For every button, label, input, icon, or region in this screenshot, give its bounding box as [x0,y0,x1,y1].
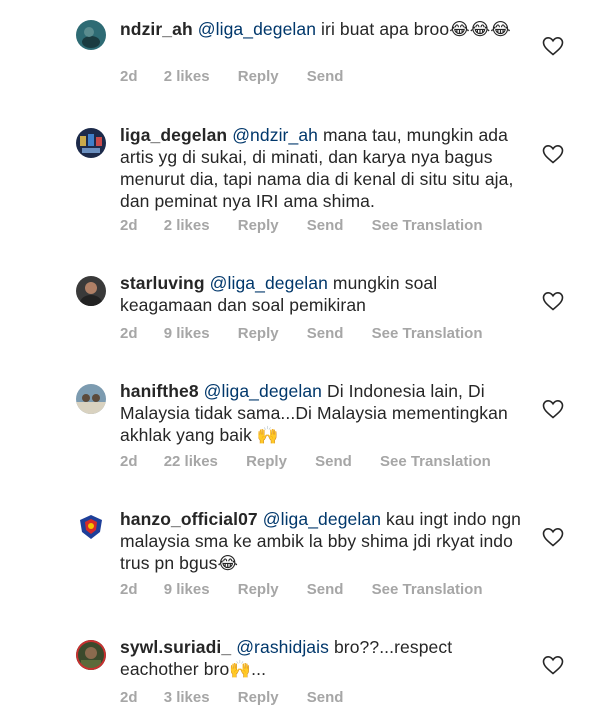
heart-icon[interactable] [541,142,565,166]
avatar[interactable] [76,128,106,158]
comment-text: hanifthe8 @liga_degelan Di Indonesia lai… [120,380,525,446]
comment-text: ndzir_ah @liga_degelan iri buat apa broo… [120,18,525,40]
comment-time: 2d [120,217,138,234]
comment-mention[interactable]: @liga_degelan [263,509,381,529]
comment-mention[interactable]: @liga_degelan [198,19,316,39]
reply-button[interactable]: Reply [238,217,279,234]
comment-text: starluving @liga_degelan mungkin soal ke… [120,272,525,316]
comment-actions: 2d 2 likes Reply Send See Translation [120,217,507,234]
likes-count[interactable]: 3 likes [164,689,210,706]
profile-photo-icon [76,20,106,50]
comment-text: sywl.suriadi_ @rashidjais bro??...respec… [120,636,525,680]
heart-icon[interactable] [541,289,565,313]
see-translation-button[interactable]: See Translation [372,217,483,234]
likes-count[interactable]: 9 likes [164,325,210,342]
send-button[interactable]: Send [307,581,344,598]
avatar[interactable] [76,512,106,542]
reply-button[interactable]: Reply [238,581,279,598]
avatar[interactable] [76,20,106,50]
likes-count[interactable]: 2 likes [164,68,210,85]
likes-count[interactable]: 9 likes [164,581,210,598]
comment-username[interactable]: ndzir_ah [120,19,193,39]
comment-text: liga_degelan @ndzir_ah mana tau, mungkin… [120,124,525,212]
comment-time: 2d [120,453,138,470]
avatar[interactable] [76,640,106,670]
comment-actions: 2d 9 likes Reply Send See Translation [120,581,507,598]
profile-photo-icon [76,640,106,670]
reply-button[interactable]: Reply [238,325,279,342]
send-button[interactable]: Send [307,325,344,342]
reply-button[interactable]: Reply [238,689,279,706]
see-translation-button[interactable]: See Translation [380,453,491,470]
send-button[interactable]: Send [307,217,344,234]
comment-actions: 2d 2 likes Reply Send [120,68,367,85]
comment-actions: 2d 3 likes Reply Send [120,689,367,706]
comment-actions: 2d 22 likes Reply Send See Translation [120,453,515,470]
profile-photo-icon [76,276,106,306]
comment-mention[interactable]: @liga_degelan [210,273,328,293]
avatar[interactable] [76,384,106,414]
likes-count[interactable]: 2 likes [164,217,210,234]
profile-photo-icon [76,384,106,414]
comment-text: hanzo_official07 @liga_degelan kau ingt … [120,508,525,574]
comment-username[interactable]: starluving [120,273,205,293]
comment-mention[interactable]: @rashidjais [236,637,329,657]
comment-time: 2d [120,325,138,342]
send-button[interactable]: Send [307,689,344,706]
comment-time: 2d [120,68,138,85]
heart-icon[interactable] [541,653,565,677]
see-translation-button[interactable]: See Translation [372,581,483,598]
comment-mention[interactable]: @liga_degelan [204,381,322,401]
heart-icon[interactable] [541,525,565,549]
profile-photo-icon [76,512,106,542]
comment-time: 2d [120,689,138,706]
comment-mention[interactable]: @ndzir_ah [232,125,318,145]
comment-username[interactable]: sywl.suriadi_ [120,637,231,657]
comment-actions: 2d 9 likes Reply Send See Translation [120,325,507,342]
comment-username[interactable]: hanifthe8 [120,381,199,401]
avatar[interactable] [76,276,106,306]
comment-time: 2d [120,581,138,598]
heart-icon[interactable] [541,397,565,421]
reply-button[interactable]: Reply [238,68,279,85]
comment-username[interactable]: hanzo_official07 [120,509,258,529]
comment-username[interactable]: liga_degelan [120,125,227,145]
see-translation-button[interactable]: See Translation [372,325,483,342]
send-button[interactable]: Send [315,453,352,470]
reply-button[interactable]: Reply [246,453,287,470]
likes-count[interactable]: 22 likes [164,453,218,470]
comment-body: iri buat apa broo😂😂😂 [321,19,511,39]
send-button[interactable]: Send [307,68,344,85]
heart-icon[interactable] [541,34,565,58]
profile-photo-icon [76,128,106,158]
